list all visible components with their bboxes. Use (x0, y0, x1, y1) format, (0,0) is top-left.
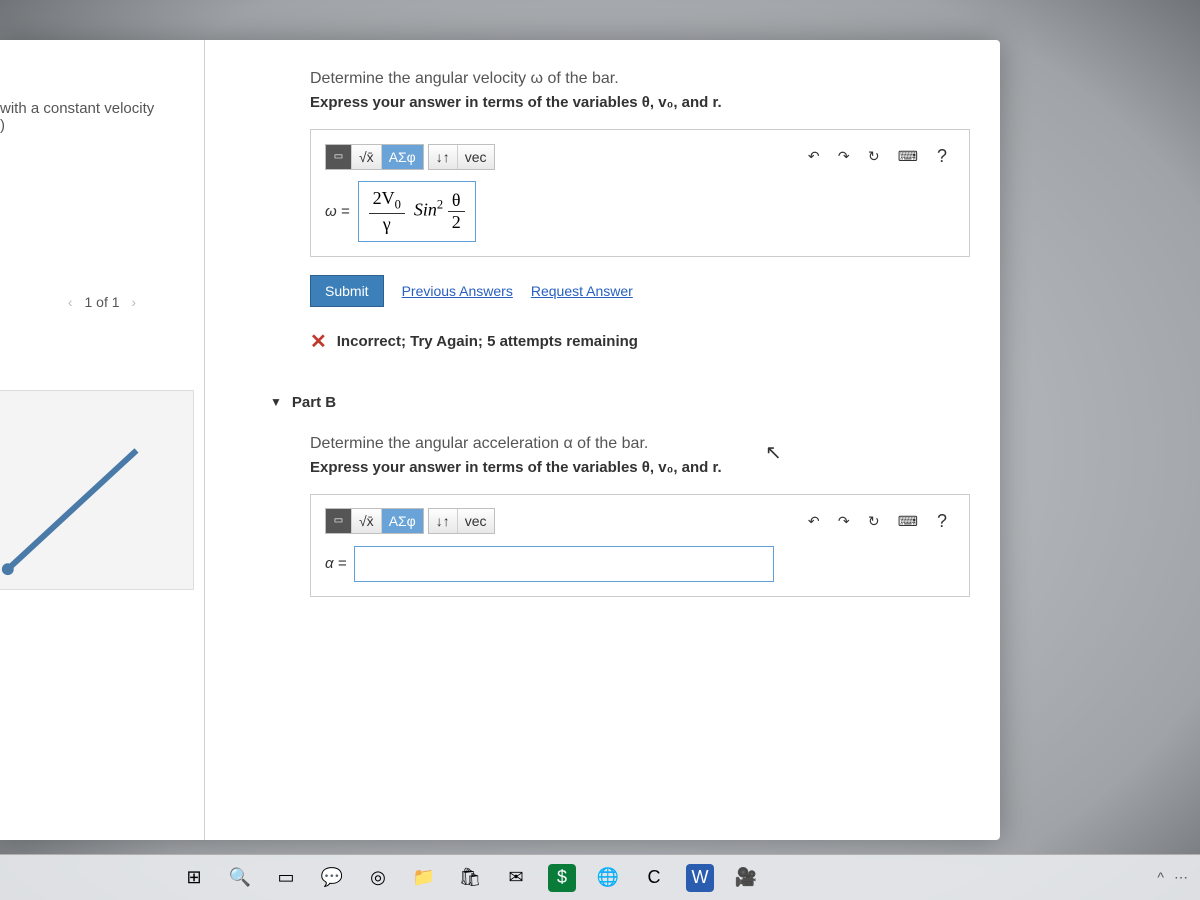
answer-arg-num: θ (448, 190, 465, 212)
store-icon[interactable]: 🛍 (456, 864, 484, 892)
answer-exp: 2 (437, 197, 443, 211)
keyboard-button-b[interactable]: ⌨ (891, 509, 925, 534)
collapse-icon: ▼ (270, 395, 282, 409)
answer-arg-den: 2 (448, 212, 465, 233)
mail-icon[interactable]: ✉ (502, 864, 530, 892)
redo-button[interactable]: ↷ (831, 144, 857, 169)
templates-button[interactable]: ▭ (326, 145, 352, 169)
app-icon[interactable]: C (640, 864, 668, 892)
explorer-icon[interactable]: 📁 (410, 864, 438, 892)
math-symbols-button[interactable]: √x̄ (352, 145, 382, 169)
greek-button-b[interactable]: ΑΣφ (382, 509, 423, 533)
tray-extra-icon[interactable]: ⋯ (1174, 869, 1188, 886)
partB-answer-input[interactable] (354, 546, 774, 582)
help-button-b[interactable]: ? (929, 507, 955, 536)
answer-den: γ (369, 214, 405, 235)
partB-answer-panel: ▭ √x̄ ΑΣφ ↓↑ vec ↶ ↷ ↻ ⌨ ? α = (310, 494, 970, 597)
start-button[interactable]: ⊞ (180, 864, 208, 892)
partB-title: Part B (292, 394, 336, 411)
feedback-text: Incorrect; Try Again; 5 attempts remaini… (337, 333, 638, 350)
help-button[interactable]: ? (929, 142, 955, 171)
context-text-line1: with a constant velocity (0, 100, 194, 117)
partB-prompt: Determine the angular acceleration α of … (310, 435, 970, 453)
edge-icon[interactable]: 🌐 (594, 864, 622, 892)
problem-figure (0, 390, 194, 590)
figure-nav: ‹ 1 of 1 › (0, 294, 204, 310)
system-tray: ^ ⋯ (1145, 854, 1200, 900)
templates-button-b[interactable]: ▭ (326, 509, 352, 533)
partB-instruction: Express your answer in terms of the vari… (310, 459, 970, 476)
redo-button-b[interactable]: ↷ (831, 509, 857, 534)
vec-button[interactable]: vec (458, 145, 494, 169)
subscript-button[interactable]: ↓↑ (429, 145, 458, 169)
search-icon[interactable]: 🔍 (226, 864, 254, 892)
feedback-message: ✕ Incorrect; Try Again; 5 attempts remai… (310, 329, 970, 354)
incorrect-icon: ✕ (310, 329, 327, 354)
taskbar: ⊞ 🔍 ▭ 💬 ◎ 📁 🛍 ✉ $ 🌐 C W 🎥 (0, 854, 1200, 900)
keyboard-button[interactable]: ⌨ (891, 144, 925, 169)
equation-toolbar-b: ▭ √x̄ ΑΣφ ↓↑ vec ↶ ↷ ↻ ⌨ ? (325, 507, 955, 536)
reset-button-b[interactable]: ↻ (861, 509, 887, 534)
chat-icon[interactable]: 💬 (318, 864, 346, 892)
video-icon[interactable]: 🎥 (732, 864, 760, 892)
equation-toolbar: ▭ √x̄ ΑΣφ ↓↑ vec ↶ ↷ ↻ ⌨ ? (325, 142, 955, 171)
partB-lhs: α = (325, 555, 346, 572)
previous-answers-link[interactable]: Previous Answers (402, 283, 513, 299)
chrome-icon[interactable]: ◎ (364, 864, 392, 892)
vec-button-b[interactable]: vec (458, 509, 494, 533)
figure-prev-button[interactable]: ‹ (60, 294, 81, 310)
undo-button-b[interactable]: ↶ (801, 509, 827, 534)
partB-header[interactable]: ▼ Part B (270, 394, 970, 411)
figure-next-button[interactable]: › (123, 294, 144, 310)
answer-func: Sin (414, 199, 437, 219)
subscript-button-b[interactable]: ↓↑ (429, 509, 458, 533)
reset-button[interactable]: ↻ (861, 144, 887, 169)
greek-button[interactable]: ΑΣφ (382, 145, 423, 169)
context-text-line2: ) (0, 117, 194, 134)
partA-answer-panel: ▭ √x̄ ΑΣφ ↓↑ vec ↶ ↷ ↻ ⌨ ? ω (310, 129, 970, 257)
partA-prompt: Determine the angular velocity ω of the … (310, 70, 970, 88)
partA-answer-input[interactable]: 2V0 γ Sin2 θ 2 (358, 181, 476, 242)
answer-num: 2V (373, 188, 395, 208)
math-symbols-button-b[interactable]: √x̄ (352, 509, 382, 533)
undo-button[interactable]: ↶ (801, 144, 827, 169)
partA-lhs: ω = (325, 203, 350, 220)
word-icon[interactable]: W (686, 864, 714, 892)
answer-num-sub: 0 (395, 198, 401, 212)
partA-instruction: Express your answer in terms of the vari… (310, 94, 970, 111)
money-icon[interactable]: $ (548, 864, 576, 892)
request-answer-link[interactable]: Request Answer (531, 283, 633, 299)
submit-button[interactable]: Submit (310, 275, 384, 307)
figure-count: 1 of 1 (84, 294, 119, 310)
tray-chevron-icon[interactable]: ^ (1157, 869, 1164, 885)
taskview-icon[interactable]: ▭ (272, 864, 300, 892)
